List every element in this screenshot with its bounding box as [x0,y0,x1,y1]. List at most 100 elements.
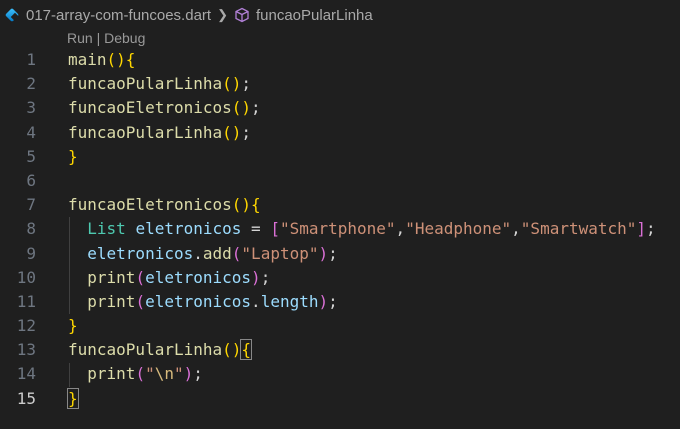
line-number: 11 [16,291,36,311]
breadcrumb-symbol[interactable]: funcaoPularLinha [234,7,373,24]
code-token: { [240,339,252,361]
line-number: 10 [16,267,36,287]
code-token: print [87,267,136,287]
code-text: eletronicos.add("Laptop"); [68,242,338,266]
code-token: ( [135,364,146,384]
code-token: ; [251,98,261,118]
code-line[interactable]: 1 main(){ [0,48,680,72]
line-number: 2 [26,74,36,94]
code-token: , [395,219,406,239]
code-token: print [87,364,136,384]
code-text: print(eletronicos.length); [68,290,338,314]
code-token: ; [328,243,338,263]
code-token: " [173,364,184,384]
code-token: funcaoPularLinha [68,122,223,142]
code-text: print(eletronicos); [68,266,270,290]
indent-guide [69,362,70,387]
code-editor[interactable]: 1 main(){2 funcaoPularLinha(); 3 funcaoEletr… [0,48,680,411]
code-line[interactable]: 13 funcaoPularLinha(){ [0,338,680,362]
code-line[interactable]: 11 print(eletronicos.length); [0,290,680,314]
code-line[interactable]: 5} [0,145,680,169]
code-token: ) [318,291,329,311]
code-token: } [68,316,78,336]
code-token: [ [270,219,280,239]
code-token: ; [646,219,656,239]
code-line[interactable]: 3 funcaoEletronicos(); [0,96,680,120]
code-token: funcaoPularLinha [68,74,223,94]
code-line[interactable]: 2 funcaoPularLinha(); [0,72,680,96]
code-token: add [202,243,232,263]
code-line[interactable]: 6 [0,169,680,193]
line-number: 9 [26,243,36,263]
chevron-right-icon: ❯ [217,7,228,22]
code-token: , [511,219,521,239]
code-token: List [87,219,126,239]
code-token: \n [154,364,174,384]
breadcrumb-file[interactable]: 017-array-com-funcoes.dart [6,7,211,24]
code-token: . [193,243,203,263]
code-token: = [241,219,271,239]
codelens-run[interactable]: Run [67,30,93,46]
code-text: print("\n"); [68,362,203,386]
code-token: } [67,387,79,409]
codelens: Run | Debug [67,30,145,48]
code-token: ( [231,243,242,263]
line-number: 8 [26,219,36,239]
code-token: { [125,50,136,69]
code-token: funcaoPularLinha [68,340,223,360]
code-line[interactable]: 8 List eletronicos = ["Smartphone","Head… [0,217,680,241]
codelens-separator: | [92,30,105,46]
indent-guide [69,217,70,315]
code-line[interactable]: 4 funcaoPularLinha(); [0,121,680,145]
code-token: funcaoEletronicos [68,195,232,215]
code-token: } [68,146,78,166]
code-token: print [87,291,136,311]
code-token: ( [135,267,146,287]
code-token: "Smartwatch" [520,219,637,239]
code-text: funcaoPularLinha(); [68,72,251,96]
breadcrumb-symbol-label[interactable]: funcaoPularLinha [256,7,373,24]
code-line[interactable]: 7 funcaoEletronicos(){ [0,193,680,217]
line-number: 5 [26,146,36,166]
breadcrumb-file-label[interactable]: 017-array-com-funcoes.dart [26,7,211,24]
code-line[interactable]: 12} [0,314,680,338]
dart-file-icon [6,8,20,22]
code-line[interactable]: 10 print(eletronicos); [0,266,680,290]
code-token: ; [193,364,203,384]
code-token: ) [318,243,329,263]
code-token: () [231,98,252,118]
code-token: () [231,195,252,215]
code-token: ; [241,74,252,94]
codelens-debug[interactable]: Debug [104,30,145,46]
line-number: 3 [26,98,36,118]
code-token: ] [636,219,647,239]
code-token: eletronicos [87,243,194,263]
code-token: ; [328,291,338,311]
code-line[interactable]: 15} [0,387,680,411]
line-number: 13 [16,340,36,360]
code-text: funcaoEletronicos(){ [68,193,261,217]
code-text: } [68,314,78,338]
code-token: "Laptop" [241,243,319,263]
code-token: eletronicos [135,219,242,239]
cube-icon [235,7,249,23]
code-line[interactable]: 9 eletronicos.add("Laptop"); [0,242,680,266]
line-number: 6 [26,170,36,190]
code-token: () [222,74,242,94]
code-token: length [260,291,319,311]
code-token: () [222,122,242,142]
code-token: () [106,50,126,69]
code-token: "Headphone" [405,219,512,239]
line-number: 7 [26,195,36,215]
line-number: 15 [16,388,36,408]
code-text: funcaoEletronicos(); [68,96,261,120]
code-token: ( [135,291,146,311]
code-text: } [67,387,79,411]
line-number: 12 [16,316,36,336]
code-line[interactable]: 14 print("\n"); [0,362,680,386]
